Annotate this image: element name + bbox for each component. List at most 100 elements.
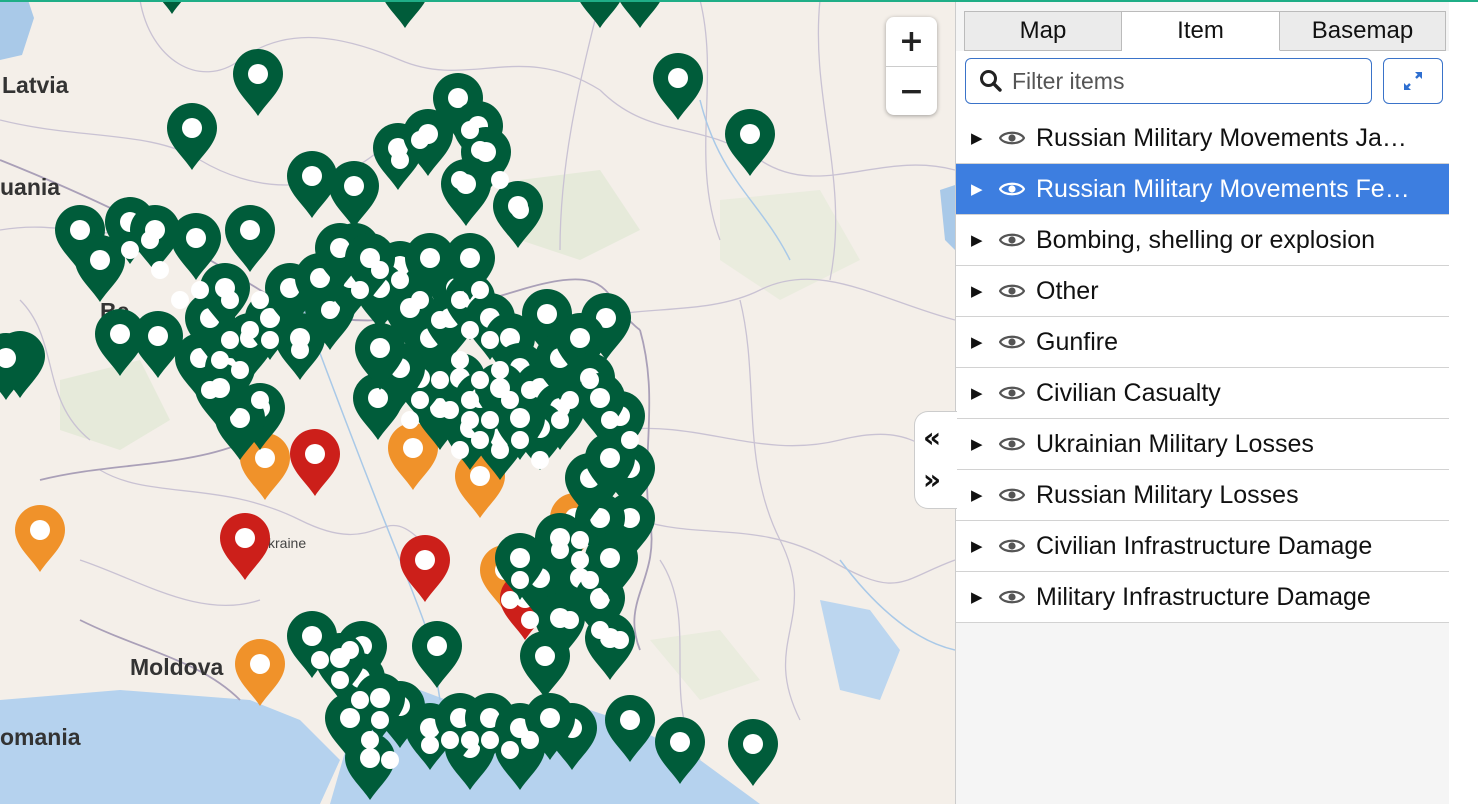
list-item[interactable]: ▶ Gunfire (956, 317, 1450, 368)
marker-cluster-dot (221, 291, 239, 309)
marker-layer (0, 0, 778, 800)
list-item-label: Ukrainian Military Losses (1036, 429, 1314, 458)
eye-icon[interactable] (999, 129, 1025, 147)
expand-triangle-icon[interactable]: ▶ (971, 435, 985, 453)
expand-triangle-icon[interactable]: ▶ (971, 486, 985, 504)
expand-triangle-icon[interactable]: ▶ (971, 588, 985, 606)
marker-cluster-dot (211, 351, 229, 369)
map-marker[interactable] (441, 159, 491, 226)
map-marker[interactable] (655, 717, 705, 784)
marker-cluster-dot (491, 171, 509, 189)
tab-map[interactable]: Map (964, 11, 1122, 51)
map-marker[interactable] (728, 719, 778, 786)
list-item-label: Civilian Infrastructure Damage (1036, 531, 1373, 560)
marker-cluster-dot (361, 731, 379, 749)
marker-cluster-dot (591, 621, 609, 639)
expand-triangle-icon[interactable]: ▶ (971, 282, 985, 300)
list-item-label: Russian Military Movements Fe… (1036, 174, 1410, 203)
tab-item[interactable]: Item (1122, 11, 1280, 51)
map-marker[interactable] (225, 205, 275, 272)
marker-cluster-dot (341, 641, 359, 659)
eye-icon[interactable] (999, 435, 1025, 453)
collapse-panel-icon[interactable]: « (923, 424, 941, 452)
map-canvas[interactable]: Latvia uania Be kraine Moldova omania + … (0, 0, 955, 804)
eye-icon[interactable] (999, 384, 1025, 402)
marker-cluster-dot (401, 411, 419, 429)
marker-cluster-dot (221, 331, 239, 349)
eye-icon[interactable] (999, 588, 1025, 606)
list-item[interactable]: ▶ Military Infrastructure Damage (956, 572, 1450, 623)
map-marker[interactable] (653, 53, 703, 120)
map-marker[interactable] (615, 0, 665, 28)
marker-cluster-dot (481, 331, 499, 349)
expand-triangle-icon[interactable]: ▶ (971, 537, 985, 555)
eye-icon[interactable] (999, 486, 1025, 504)
list-item[interactable]: ▶ Civilian Casualty (956, 368, 1450, 419)
zoom-out-button[interactable]: − (886, 66, 937, 116)
expand-view-button[interactable] (1383, 58, 1443, 104)
map-marker[interactable] (133, 311, 183, 378)
map-marker[interactable] (412, 621, 462, 688)
map-marker[interactable] (400, 535, 450, 602)
marker-cluster-dot (481, 731, 499, 749)
marker-cluster-dot (121, 241, 139, 259)
expand-arrows-icon (1404, 72, 1422, 90)
marker-cluster-dot (241, 321, 259, 339)
expand-triangle-icon[interactable]: ▶ (971, 180, 985, 198)
marker-cluster-dot (251, 291, 269, 309)
eye-icon[interactable] (999, 231, 1025, 249)
expand-triangle-icon[interactable]: ▶ (971, 384, 985, 402)
map-marker[interactable] (235, 639, 285, 706)
map-marker[interactable] (380, 0, 430, 28)
list-item-label: Military Infrastructure Damage (1036, 582, 1371, 611)
list-item[interactable]: ▶ Bombing, shelling or explosion (956, 215, 1450, 266)
marker-cluster-dot (451, 171, 469, 189)
map-marker[interactable] (605, 695, 655, 762)
marker-cluster-dot (171, 291, 189, 309)
marker-cluster-dot (201, 381, 219, 399)
list-item-label: Civilian Casualty (1036, 378, 1221, 407)
map-marker[interactable] (329, 161, 379, 228)
list-item[interactable]: ▶ Civilian Infrastructure Damage (956, 521, 1450, 572)
filter-items-input[interactable] (1010, 66, 1364, 96)
zoom-in-button[interactable]: + (886, 17, 937, 66)
panel-toggle: « » (914, 411, 957, 509)
list-item[interactable]: ▶ Russian Military Losses (956, 470, 1450, 521)
list-item[interactable]: ▶ Russian Military Movements Fe… (956, 164, 1450, 215)
list-item[interactable]: ▶ Russian Military Movements Ja… (956, 113, 1450, 164)
map-marker[interactable] (233, 49, 283, 116)
marker-cluster-dot (471, 141, 489, 159)
item-list: ▶ Russian Military Movements Ja… ▶ Russian … (956, 113, 1450, 623)
map-marker[interactable] (167, 103, 217, 170)
marker-cluster-dot (561, 611, 579, 629)
marker-cluster-dot (611, 631, 629, 649)
eye-icon[interactable] (999, 282, 1025, 300)
expand-triangle-icon[interactable]: ▶ (971, 333, 985, 351)
eye-icon[interactable] (999, 333, 1025, 351)
eye-icon[interactable] (999, 180, 1025, 198)
map-marker[interactable] (290, 429, 340, 496)
tab-basemap[interactable]: Basemap (1280, 11, 1446, 51)
marker-cluster-dot (581, 371, 599, 389)
marker-cluster-dot (151, 261, 169, 279)
zoom-control: + − (886, 17, 937, 115)
map-marker[interactable] (575, 0, 625, 28)
expand-panel-icon[interactable]: » (923, 466, 941, 494)
list-item[interactable]: ▶ Ukrainian Military Losses (956, 419, 1450, 470)
list-item-label: Gunfire (1036, 327, 1118, 356)
map-marker[interactable] (725, 109, 775, 176)
map-marker[interactable] (220, 513, 270, 580)
marker-cluster-dot (461, 321, 479, 339)
map-marker[interactable] (15, 505, 65, 572)
marker-cluster-dot (351, 691, 369, 709)
expand-triangle-icon[interactable]: ▶ (971, 231, 985, 249)
marker-cluster-dot (551, 541, 569, 559)
marker-cluster-dot (491, 361, 509, 379)
right-margin (1449, 0, 1478, 804)
list-item[interactable]: ▶ Other (956, 266, 1450, 317)
marker-cluster-dot (461, 121, 479, 139)
eye-icon[interactable] (999, 537, 1025, 555)
expand-triangle-icon[interactable]: ▶ (971, 129, 985, 147)
map-marker[interactable] (147, 0, 197, 14)
marker-cluster-dot (441, 401, 459, 419)
